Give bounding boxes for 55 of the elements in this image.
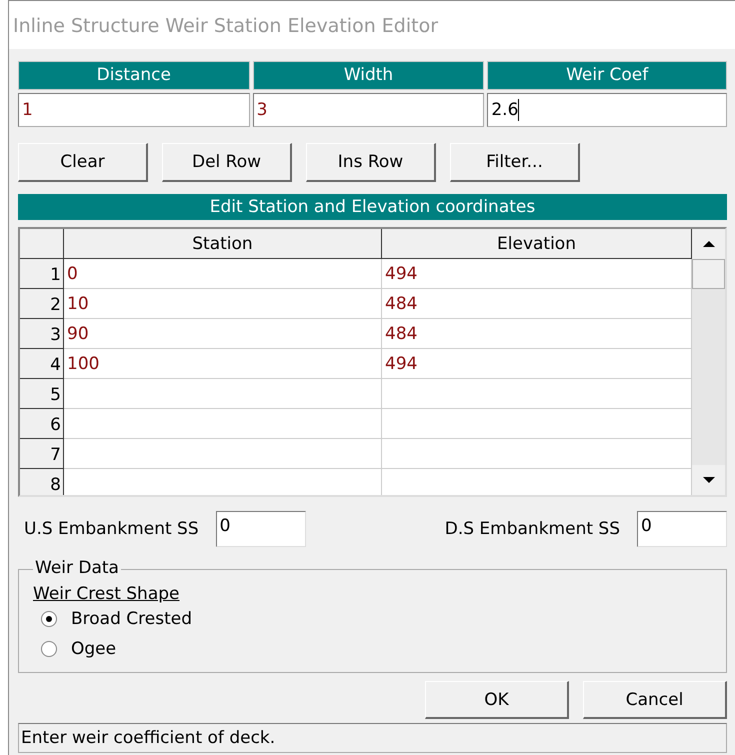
input-field[interactable]: 3 <box>252 93 484 127</box>
toolbar-button[interactable]: Clear <box>18 143 148 182</box>
table-cell[interactable] <box>64 439 382 469</box>
radio-button[interactable] <box>41 611 57 627</box>
scroll-down-button[interactable] <box>692 465 725 495</box>
dialog-button[interactable]: Cancel <box>583 681 727 719</box>
field-label: D.S Embankment SS <box>444 519 620 539</box>
row-number: 8 <box>20 469 64 495</box>
scroll-up-button[interactable] <box>692 229 725 259</box>
row-number: 7 <box>20 439 64 469</box>
status-bar: Enter weir coefficient of deck. <box>18 723 727 753</box>
table-cell[interactable] <box>64 379 382 409</box>
up-triangle-icon <box>702 240 716 248</box>
toolbar-button[interactable]: Del Row <box>162 143 292 182</box>
column-header: Station <box>64 229 382 259</box>
table-cell[interactable]: 90 <box>64 319 382 349</box>
down-triangle-icon <box>702 476 716 484</box>
toolbar-button[interactable]: Ins Row <box>306 143 436 182</box>
table-cell[interactable]: 484 <box>382 289 692 319</box>
input-field[interactable]: 1 <box>18 93 250 127</box>
section-header: Edit Station and Elevation coordinates <box>18 194 727 220</box>
table-cell[interactable] <box>382 379 692 409</box>
row-number: 1 <box>20 259 64 289</box>
row-number: 5 <box>20 379 64 409</box>
table-cell[interactable]: 494 <box>382 349 692 379</box>
dialog-button[interactable]: OK <box>425 681 569 719</box>
table-cell[interactable]: 10 <box>64 289 382 319</box>
column-header: Weir Coef <box>487 61 727 90</box>
table-cell[interactable]: 494 <box>382 259 692 289</box>
table-cell[interactable] <box>382 439 692 469</box>
row-number: 4 <box>20 349 64 379</box>
column-header: Distance <box>18 61 250 90</box>
table-cell[interactable]: 484 <box>382 319 692 349</box>
corner-cell <box>20 229 64 259</box>
toolbar-button[interactable]: Filter... <box>450 143 580 182</box>
field-label: U.S Embankment SS <box>24 519 199 539</box>
table-cell[interactable] <box>64 409 382 439</box>
section-label: Weir Crest Shape <box>33 584 180 604</box>
radio-button[interactable] <box>41 641 57 657</box>
row-number: 6 <box>20 409 64 439</box>
row-number: 3 <box>20 319 64 349</box>
scrollbar[interactable] <box>692 229 725 495</box>
table-cell[interactable]: 100 <box>64 349 382 379</box>
row-number: 2 <box>20 289 64 319</box>
table-cell[interactable]: 0 <box>64 259 382 289</box>
radio-option[interactable]: Broad Crested <box>33 604 712 634</box>
input-field[interactable]: 0 <box>637 511 727 547</box>
table-cell[interactable] <box>382 409 692 439</box>
scroll-thumb[interactable] <box>692 259 725 289</box>
window-title: Inline Structure Weir Station Elevation Editor <box>9 1 735 49</box>
input-field[interactable]: 0 <box>216 511 306 547</box>
radio-option[interactable]: Ogee <box>33 634 712 664</box>
column-header: Width <box>252 61 484 90</box>
column-header: Elevation <box>382 229 692 259</box>
input-field[interactable]: 2.6 <box>487 93 727 127</box>
